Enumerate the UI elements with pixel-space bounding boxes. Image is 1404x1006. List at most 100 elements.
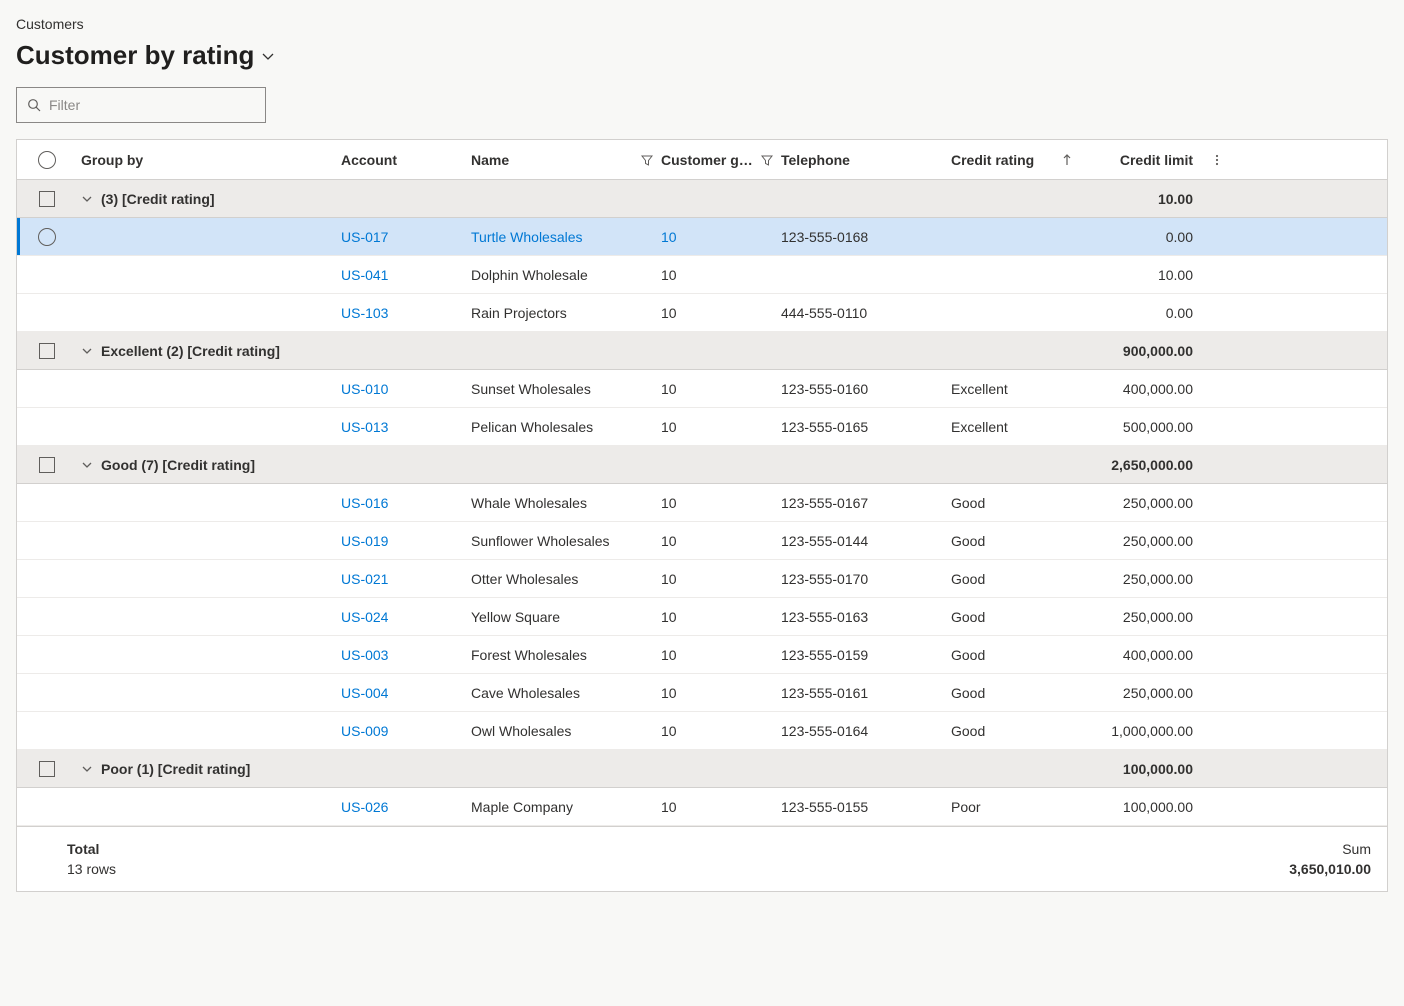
table-row[interactable]: US-021Otter Wholesales10123-555-0170Good… xyxy=(17,560,1387,598)
column-header-account[interactable]: Account xyxy=(337,152,467,168)
account-link[interactable]: US-019 xyxy=(341,533,388,549)
group-checkbox[interactable] xyxy=(39,343,55,359)
custgroup-cell: 10 xyxy=(661,381,677,397)
filter-input[interactable] xyxy=(49,97,255,113)
group-label: Poor (1) [Credit rating] xyxy=(101,761,250,777)
telephone-cell: 123-555-0170 xyxy=(781,571,868,587)
account-link[interactable]: US-103 xyxy=(341,305,388,321)
group-label: Excellent (2) [Credit rating] xyxy=(101,343,280,359)
group-header-row[interactable]: Good (7) [Credit rating]2,650,000.00 xyxy=(17,446,1387,484)
account-link[interactable]: US-010 xyxy=(341,381,388,397)
table-row[interactable]: US-004Cave Wholesales10123-555-0161Good2… xyxy=(17,674,1387,712)
name-cell: Rain Projectors xyxy=(471,305,567,321)
column-header-groupby[interactable]: Group by xyxy=(77,152,337,168)
group-checkbox[interactable] xyxy=(39,761,55,777)
group-header-row[interactable]: Poor (1) [Credit rating]100,000.00 xyxy=(17,750,1387,788)
total-rowcount: 13 rows xyxy=(67,861,116,877)
account-link[interactable]: US-013 xyxy=(341,419,388,435)
table-row[interactable]: US-013Pelican Wholesales10123-555-0165Ex… xyxy=(17,408,1387,446)
account-link[interactable]: US-021 xyxy=(341,571,388,587)
limit-cell: 1,000,000.00 xyxy=(1111,723,1193,739)
limit-cell: 250,000.00 xyxy=(1123,685,1193,701)
table-row[interactable]: US-010Sunset Wholesales10123-555-0160Exc… xyxy=(17,370,1387,408)
select-all-radio[interactable] xyxy=(38,151,56,169)
telephone-cell: 123-555-0168 xyxy=(781,229,868,245)
limit-cell: 500,000.00 xyxy=(1123,419,1193,435)
limit-cell: 10.00 xyxy=(1158,267,1193,283)
group-header-row[interactable]: Excellent (2) [Credit rating]900,000.00 xyxy=(17,332,1387,370)
group-subtotal: 10.00 xyxy=(1077,191,1197,207)
filter-icon[interactable] xyxy=(761,154,773,166)
column-header-creditrating[interactable]: Credit rating xyxy=(947,152,1077,168)
sort-asc-icon[interactable] xyxy=(1061,154,1073,166)
table-row[interactable]: US-019 Sunflower Wholesales 10 123-555-0144… xyxy=(17,522,1387,560)
group-header-row[interactable]: (3) [Credit rating] 10.00 xyxy=(17,180,1387,218)
group-label: (3) [Credit rating] xyxy=(101,191,215,207)
table-row[interactable]: US-016Whale Wholesales10123-555-0167Good… xyxy=(17,484,1387,522)
name-cell: Owl Wholesales xyxy=(471,723,571,739)
account-link[interactable]: US-009 xyxy=(341,723,388,739)
more-options-icon[interactable] xyxy=(1210,153,1224,167)
chevron-down-icon[interactable] xyxy=(81,193,93,205)
view-selector-chevron-icon[interactable] xyxy=(260,48,276,64)
custgroup-cell: 10 xyxy=(661,533,677,549)
limit-cell: 250,000.00 xyxy=(1123,495,1193,511)
group-checkbox[interactable] xyxy=(39,457,55,473)
rating-cell: Good xyxy=(951,609,985,625)
chevron-down-icon[interactable] xyxy=(81,459,93,471)
name-cell: Yellow Square xyxy=(471,609,560,625)
chevron-down-icon[interactable] xyxy=(81,345,93,357)
column-header-creditlimit[interactable]: Credit limit xyxy=(1077,152,1197,168)
sum-value: 3,650,010.00 xyxy=(1289,861,1371,877)
account-link[interactable]: US-024 xyxy=(341,609,388,625)
column-header-telephone[interactable]: Telephone xyxy=(777,152,947,168)
custgroup-cell: 10 xyxy=(661,723,677,739)
grid-totals: Total 13 rows Sum 3,650,010.00 xyxy=(17,826,1387,891)
custgroup-cell: 10 xyxy=(661,495,677,511)
table-row[interactable]: US-026Maple Company10123-555-0155Poor100… xyxy=(17,788,1387,826)
custgroup-cell: 10 xyxy=(661,799,677,815)
telephone-cell: 123-555-0164 xyxy=(781,723,868,739)
table-row[interactable]: US-017 Turtle Wholesales 10 123-555-0168 0.0… xyxy=(17,218,1387,256)
account-link[interactable]: US-004 xyxy=(341,685,388,701)
custgroup-cell[interactable]: 10 xyxy=(661,229,677,245)
account-link[interactable]: US-003 xyxy=(341,647,388,663)
filter-icon[interactable] xyxy=(641,154,653,166)
table-row[interactable]: US-041Dolphin Wholesale1010.00 xyxy=(17,256,1387,294)
limit-cell: 250,000.00 xyxy=(1123,533,1193,549)
column-header-name[interactable]: Name xyxy=(467,152,657,168)
custgroup-cell: 10 xyxy=(661,267,677,283)
name-cell: Whale Wholesales xyxy=(471,495,587,511)
custgroup-cell: 10 xyxy=(661,571,677,587)
chevron-down-icon[interactable] xyxy=(81,763,93,775)
table-row[interactable]: US-103Rain Projectors10444-555-01100.00 xyxy=(17,294,1387,332)
custgroup-cell: 10 xyxy=(661,685,677,701)
limit-cell: 0.00 xyxy=(1166,229,1193,245)
row-radio[interactable] xyxy=(38,228,56,246)
telephone-cell: 123-555-0144 xyxy=(781,533,868,549)
account-link[interactable]: US-017 xyxy=(341,229,388,245)
account-link[interactable]: US-041 xyxy=(341,267,388,283)
rating-cell: Good xyxy=(951,723,985,739)
name-cell: Sunflower Wholesales xyxy=(471,533,610,549)
rating-cell: Good xyxy=(951,533,985,549)
name-cell: Otter Wholesales xyxy=(471,571,578,587)
column-header-custgroup[interactable]: Customer g… xyxy=(657,152,777,168)
name-cell: Pelican Wholesales xyxy=(471,419,593,435)
table-row[interactable]: US-009 Owl Wholesales 10 123-555-0164 Good 1,… xyxy=(17,712,1387,750)
total-label: Total xyxy=(67,841,116,857)
table-row[interactable]: US-003Forest Wholesales10123-555-0159Goo… xyxy=(17,636,1387,674)
name-cell: Maple Company xyxy=(471,799,573,815)
telephone-cell: 444-555-0110 xyxy=(781,305,867,321)
group-checkbox[interactable] xyxy=(39,191,55,207)
rating-cell: Excellent xyxy=(951,381,1008,397)
account-link[interactable]: US-026 xyxy=(341,799,388,815)
filter-input-container[interactable] xyxy=(16,87,266,123)
page-title: Customer by rating xyxy=(16,40,254,71)
telephone-cell: 123-555-0163 xyxy=(781,609,868,625)
name-cell[interactable]: Turtle Wholesales xyxy=(471,229,583,245)
table-row[interactable]: US-024Yellow Square10123-555-0163Good250… xyxy=(17,598,1387,636)
account-link[interactable]: US-016 xyxy=(341,495,388,511)
telephone-cell: 123-555-0167 xyxy=(781,495,868,511)
rating-cell: Good xyxy=(951,685,985,701)
